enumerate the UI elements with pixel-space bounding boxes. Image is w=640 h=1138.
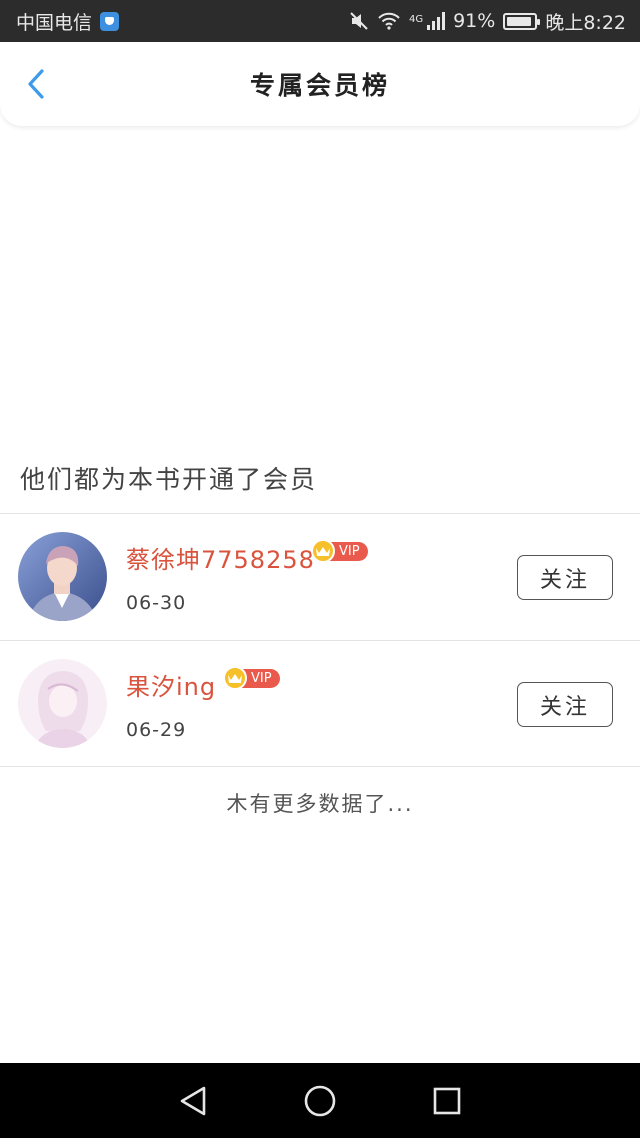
member-date: 06-29 [126,719,187,741]
member-name[interactable]: 果汐ing [126,667,216,702]
nav-back-icon [181,1086,206,1115]
system-nav-bar [0,1063,640,1138]
avatar[interactable] [18,532,107,621]
battery-percent: 91% [453,10,496,32]
nav-recent-icon [433,1087,460,1114]
carrier-badge-icon [100,11,120,31]
crown-icon [223,666,247,690]
status-bar: 中国电信 4G 91% 晚上8:22 [0,0,640,42]
signal-icon [427,12,446,30]
top-nav-bar: 专属会员榜 [0,42,640,126]
avatar[interactable] [18,659,107,748]
list-item: 蔡徐坤7758258 VIP 06-30 关注 [0,513,640,640]
chevron-left-icon [28,69,44,99]
mute-icon [350,12,368,30]
vip-badge: VIP [311,539,368,563]
nav-recent-button[interactable] [427,1081,467,1121]
no-more-data-text: 木有更多数据了... [226,792,414,816]
crown-icon [311,539,335,563]
nav-back-button[interactable] [173,1081,213,1121]
follow-button[interactable]: 关注 [517,555,613,600]
wifi-icon [378,12,400,30]
member-name[interactable]: 蔡徐坤7758258 [126,540,315,575]
network-type-label: 4G [408,13,424,25]
page-title: 专属会员榜 [249,71,390,100]
member-list: 蔡徐坤7758258 VIP 06-30 关注 果汐ing VIP 06-29 … [0,513,640,767]
follow-button[interactable]: 关注 [517,682,613,727]
nav-home-icon [304,1085,336,1116]
back-button[interactable] [16,64,56,104]
clock: 晚上8:22 [545,11,626,34]
battery-icon [503,12,541,30]
carrier-label: 中国电信 [16,11,93,34]
status-bar-left: 中国电信 [16,8,120,35]
member-date: 06-30 [126,592,187,614]
list-item: 果汐ing VIP 06-29 关注 [0,640,640,767]
vip-badge: VIP [223,666,280,690]
nav-home-button[interactable] [300,1081,340,1121]
status-bar-right: 4G 91% 晚上8:22 [349,8,626,35]
battery-fill [507,16,531,26]
section-label: 他们都为本书开通了会员 [20,465,318,494]
